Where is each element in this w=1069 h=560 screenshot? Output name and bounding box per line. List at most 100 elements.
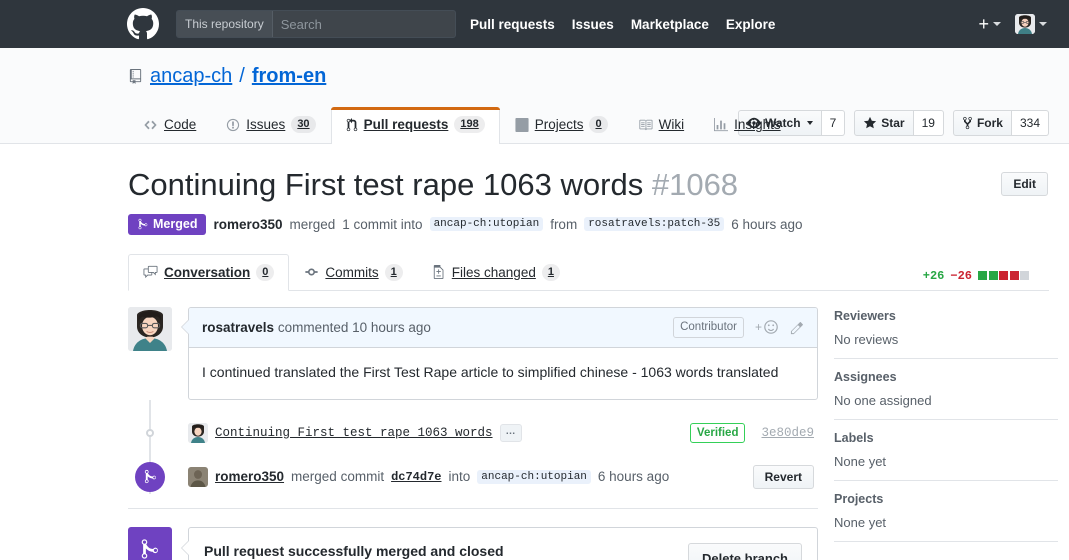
tab-wiki[interactable]: Wiki (623, 107, 700, 144)
revert-button[interactable]: Revert (752, 464, 814, 489)
commit-row-right: Verified 3e80de9 (689, 422, 818, 443)
tab-pull-requests[interactable]: Pull requests 198 (330, 107, 500, 144)
tab-pull-requests-label: Pull requests (363, 117, 449, 132)
pull-request-title-text: Continuing First test rape 1063 words (128, 167, 644, 202)
diff-stat: +26 −26 (923, 269, 1029, 290)
merge-timestamp: 6 hours ago (731, 216, 803, 232)
watch-count[interactable]: 7 (821, 110, 846, 136)
role-badge: Contributor (673, 316, 744, 338)
star-button[interactable]: Star (854, 110, 914, 136)
avatar[interactable] (128, 306, 172, 351)
merge-author-link[interactable]: romero350 (215, 469, 284, 484)
tab-pull-requests-count: 198 (454, 116, 485, 133)
chevron-down-icon (806, 121, 813, 125)
nav-pull-requests[interactable]: Pull requests (470, 17, 555, 32)
tab-files-changed[interactable]: Files changed 1 (418, 254, 575, 291)
commit-message[interactable]: Continuing First test rape 1063 words (215, 426, 493, 440)
sidebar-labels-title[interactable]: Labels (834, 431, 1058, 445)
create-new-menu[interactable]: + (978, 15, 1001, 33)
plus-icon: + (978, 14, 989, 34)
github-mark-icon[interactable] (127, 8, 159, 40)
git-commit-icon (304, 265, 319, 279)
commit-sha[interactable]: 3e80de9 (761, 426, 814, 440)
repo-owner-link[interactable]: ancap-ch (150, 64, 232, 88)
commit-row-content: Continuing First test rape 1063 words … … (188, 422, 818, 443)
comment-thread: rosatravels commented 10 hours ago Contr… (128, 306, 818, 400)
comment-author[interactable]: rosatravels (202, 320, 274, 335)
sidebar-projects-title[interactable]: Projects (834, 492, 1058, 506)
search-input[interactable] (272, 11, 455, 37)
sidebar-reviewers-title[interactable]: Reviewers (834, 309, 1058, 323)
avatar[interactable] (188, 466, 208, 487)
star-count[interactable]: 19 (913, 110, 944, 136)
diff-block (1009, 271, 1019, 281)
avatar[interactable] (188, 422, 208, 443)
fork-button-group[interactable]: Fork 334 (952, 110, 1049, 136)
base-branch-chip[interactable]: ancap-ch:utopian (429, 217, 544, 232)
nav-marketplace[interactable]: Marketplace (631, 17, 709, 32)
tab-commits-count: 1 (384, 263, 403, 281)
status-badge-label: Merged (153, 217, 198, 232)
merge-target-branch[interactable]: ancap-ch:utopian (477, 469, 591, 484)
comment-header-actions: Contributor + (673, 316, 805, 338)
tab-code[interactable]: Code (128, 107, 211, 144)
git-merge-icon (137, 218, 149, 230)
head-branch-chip[interactable]: rosatravels:patch-35 (584, 217, 725, 232)
diff-block (978, 271, 987, 281)
global-header: This repository Pull requests Issues Mar… (0, 0, 1069, 48)
add-reaction-icon[interactable]: + (755, 319, 779, 335)
tab-conversation-label: Conversation (164, 264, 251, 280)
tab-insights-label: Insights (734, 117, 781, 132)
search-scope-label[interactable]: This repository (177, 11, 273, 37)
nav-issues[interactable]: Issues (572, 17, 614, 32)
pull-request-tabs: Conversation 0 Commits 1 Files changed 1… (128, 253, 1049, 291)
git-pull-request-icon (346, 117, 358, 132)
comment-card: rosatravels commented 10 hours ago Contr… (181, 306, 818, 400)
chevron-down-icon (1039, 22, 1047, 26)
fork-button[interactable]: Fork (952, 110, 1012, 136)
nav-explore[interactable]: Explore (726, 17, 776, 32)
header-right-controls: + (978, 0, 1047, 48)
merge-verb: merged (289, 216, 336, 232)
comment-action-text: commented 10 hours ago (277, 319, 431, 335)
pull-request-sidebar: Reviewers No reviews Assignees No one as… (834, 307, 1058, 560)
page-title: Continuing First test rape 1063 words #1… (128, 166, 738, 203)
timeline-merge-row: romero350 merged commit dc74d7e into anc… (128, 460, 818, 494)
tab-files-changed-count: 1 (541, 263, 560, 281)
tab-commits[interactable]: Commits 1 (289, 254, 417, 291)
sidebar-section-projects: Projects None yet (834, 479, 1058, 541)
tab-conversation[interactable]: Conversation 0 (128, 253, 290, 291)
project-board-icon (515, 117, 529, 132)
diff-block (1020, 271, 1029, 281)
merged-commit-sha[interactable]: dc74d7e (391, 470, 441, 484)
tab-conversation-count: 0 (256, 263, 275, 281)
user-menu[interactable] (1015, 14, 1047, 34)
merge-author[interactable]: romero350 (213, 217, 282, 232)
search-bar[interactable]: This repository (176, 10, 456, 38)
tab-issues-label: Issues (246, 117, 286, 132)
star-button-group[interactable]: Star 19 (854, 110, 944, 136)
sidebar-section-labels: Labels None yet (834, 418, 1058, 480)
chevron-down-icon (993, 22, 1001, 26)
commit-expand-button[interactable]: … (499, 423, 522, 442)
tab-insights[interactable]: Insights (699, 107, 796, 144)
edit-button[interactable]: Edit (1001, 172, 1048, 196)
delete-branch-button[interactable]: Delete branch (688, 542, 802, 560)
diff-stat-blocks (978, 271, 1029, 281)
tab-issues-count: 30 (291, 116, 316, 133)
pencil-icon[interactable] (790, 320, 805, 335)
sidebar-assignees-title[interactable]: Assignees (834, 370, 1058, 384)
fork-count[interactable]: 334 (1011, 110, 1049, 136)
svg-text:+: + (755, 320, 762, 334)
comment-discussion-icon (143, 265, 158, 279)
comment-body: I continued translated the First Test Ra… (202, 363, 779, 380)
tab-projects-count: 0 (589, 116, 608, 133)
merge-commit-count: 1 commit into (342, 216, 423, 232)
diff-block (999, 271, 1008, 281)
tab-issues[interactable]: Issues 30 (211, 107, 330, 144)
tab-projects[interactable]: Projects 0 (500, 107, 623, 144)
tab-wiki-label: Wiki (658, 117, 685, 132)
repo-name-link[interactable]: from-en (252, 64, 326, 88)
merge-row-time: 6 hours ago (597, 469, 670, 485)
status-badge: Merged (128, 214, 207, 235)
